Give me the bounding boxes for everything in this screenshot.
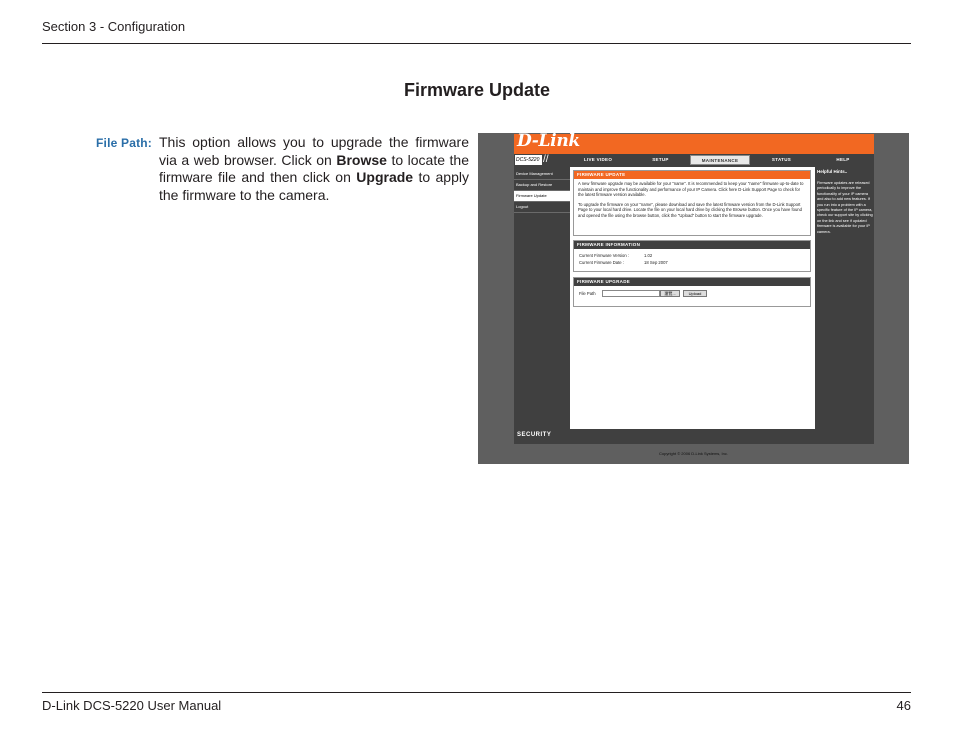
manual-title: D-Link DCS-5220 User Manual	[42, 698, 222, 713]
left-menu: Device Management Backup and Restore Fir…	[514, 167, 570, 429]
file-path-label: File Path	[579, 291, 596, 296]
link-firmware-update[interactable]: Firmware Update	[514, 191, 570, 202]
desc-browse-bold: Browse	[336, 151, 387, 168]
slash-deco: //	[543, 154, 549, 165]
field-label: File Path:	[96, 136, 153, 150]
fw-upgrade-section: FIRMWARE UPGRADE File Path 瀏覽... Upload	[573, 277, 811, 307]
security-footer: SECURITY	[514, 429, 874, 444]
dlink-logo: D-Link	[517, 131, 580, 151]
cur-date-label: Current Firmware Date :	[579, 260, 624, 265]
section-header: Section 3 - Configuration	[42, 19, 186, 34]
tab-help[interactable]: HELP	[814, 155, 872, 165]
fw-info-heading: FIRMWARE INFORMATION	[574, 241, 810, 249]
description-text: This option allows you to upgrade the fi…	[159, 134, 469, 204]
cur-date-value: 18 Sep 2007	[644, 260, 668, 265]
top-nav: DCS-5220 // LIVE VIDEO SETUP MAINTENANCE…	[514, 154, 874, 167]
fw-info-section: FIRMWARE INFORMATION Current Firmware Ve…	[573, 240, 811, 272]
firmware-screenshot: D-Link DCS-5220 // LIVE VIDEO SETUP MAIN…	[478, 131, 909, 464]
desc-upgrade-bold: Upgrade	[356, 169, 414, 185]
fw-update-heading: FIRMWARE UPDATE	[574, 171, 810, 179]
tab-status[interactable]: STATUS	[754, 155, 809, 165]
upload-button[interactable]: Upload	[683, 290, 707, 297]
header-divider	[42, 43, 911, 44]
link-logout[interactable]: Logout	[514, 202, 570, 213]
page-number: 46	[896, 698, 911, 713]
copyright-text: Copyright © 2006 D-Link Systems, Inc.	[659, 451, 728, 456]
page-title: Firmware Update	[403, 80, 551, 100]
tab-setup[interactable]: SETUP	[633, 155, 688, 165]
tab-live-video[interactable]: LIVE VIDEO	[563, 155, 633, 165]
dlink-banner: D-Link	[514, 131, 874, 154]
hints-text: Firmware updates are released periodical…	[817, 181, 873, 234]
main-content: FIRMWARE UPDATE A new firmware upgrade m…	[570, 167, 815, 429]
link-device-management[interactable]: Device Management	[514, 169, 570, 180]
fw-update-text2: To upgrade the firmware on your "name", …	[578, 201, 802, 218]
fw-update-section: FIRMWARE UPDATE A new firmware upgrade m…	[573, 170, 811, 236]
fw-update-text1: A new firmware upgrade may be available …	[578, 181, 804, 198]
fw-upgrade-heading: FIRMWARE UPGRADE	[574, 278, 810, 286]
hints-panel: Helpful Hints.. Firmware updates are rel…	[815, 167, 874, 429]
link-backup-restore[interactable]: Backup and Restore	[514, 180, 570, 191]
model-badge: DCS-5220	[515, 155, 542, 165]
cur-version-label: Current Firmware Version :	[579, 253, 630, 258]
browse-button[interactable]: 瀏覽...	[660, 290, 680, 297]
footer-divider	[42, 692, 911, 693]
hints-heading: Helpful Hints..	[817, 169, 848, 174]
security-label: SECURITY	[517, 432, 552, 438]
tab-maintenance[interactable]: MAINTENANCE	[690, 155, 750, 165]
cur-version-value: 1.02	[644, 253, 653, 258]
file-path-input[interactable]	[602, 290, 660, 297]
